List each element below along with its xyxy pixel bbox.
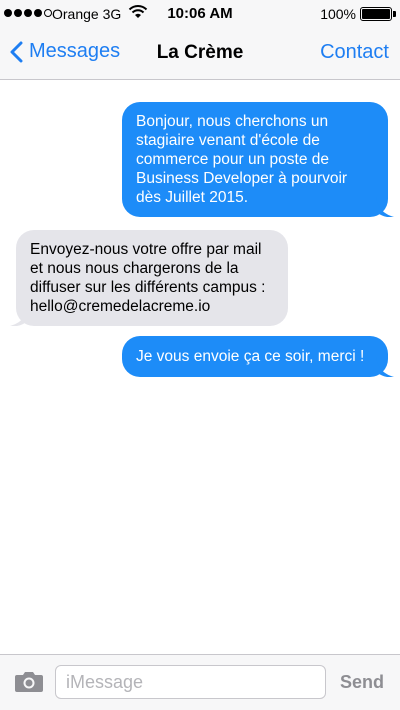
message-bubble-outgoing: Je vous envoie ça ce soir, merci ! xyxy=(122,336,394,377)
navigation-bar: Messages La Crème Contact xyxy=(0,28,400,80)
battery-icon xyxy=(360,7,392,21)
message-text: Envoyez-nous votre offre par mail et nou… xyxy=(30,241,266,315)
message-bubble-outgoing: Bonjour, nous cherchons un stagiaire ven… xyxy=(122,102,394,217)
status-bar: Orange 3G 10:06 AM 100% xyxy=(0,0,400,28)
camera-icon[interactable] xyxy=(14,670,44,693)
bubble-tail-icon xyxy=(10,306,28,326)
message-text: Bonjour, nous cherchons un stagiaire ven… xyxy=(136,113,348,206)
battery-tip xyxy=(393,11,396,17)
battery-level xyxy=(362,9,390,19)
message-input-bar: Send xyxy=(0,654,400,710)
bubble-tail-icon xyxy=(376,197,394,217)
imessage-input[interactable] xyxy=(55,665,326,699)
message-text: Je vous envoie ça ce soir, merci ! xyxy=(136,348,365,365)
contact-button[interactable]: Contact xyxy=(320,41,389,64)
conversation-thread[interactable]: Bonjour, nous cherchons un stagiaire ven… xyxy=(0,80,400,654)
message-bubble-incoming: Envoyez-nous votre offre par mail et nou… xyxy=(10,230,288,326)
send-button[interactable]: Send xyxy=(340,672,384,693)
bubble-tail-icon xyxy=(376,357,394,377)
battery-percentage: 100% xyxy=(320,6,356,22)
